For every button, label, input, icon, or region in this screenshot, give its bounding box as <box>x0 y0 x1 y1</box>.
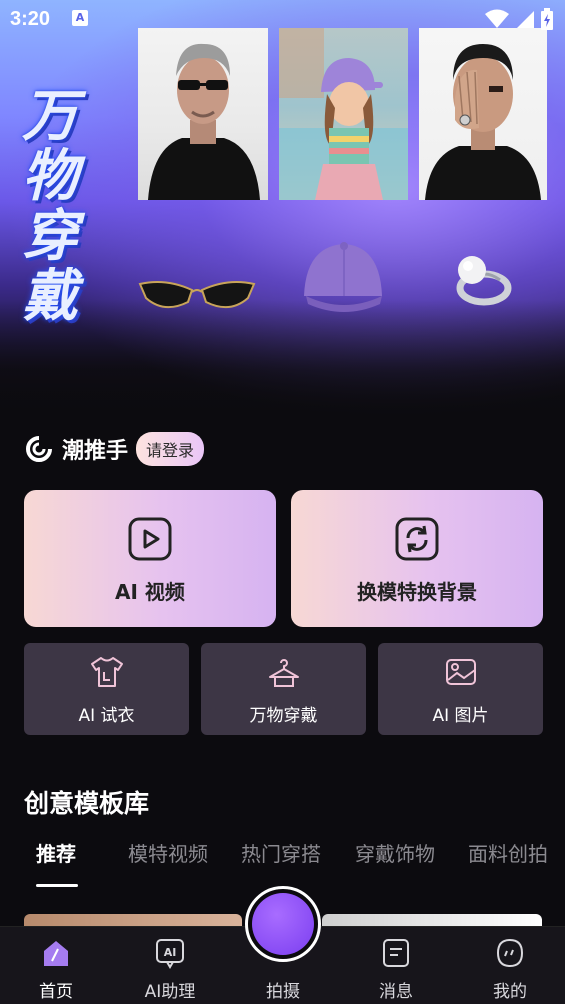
login-button[interactable]: 请登录 <box>136 432 205 466</box>
nav-messages-label: 消息 <box>379 982 413 1002</box>
refresh-icon <box>395 517 439 561</box>
tab-hot-outfits[interactable]: 热门穿搭 <box>241 838 321 867</box>
ai-image-card[interactable]: AI 图片 <box>378 643 543 735</box>
nav-messages[interactable]: 消息 <box>351 937 441 1002</box>
template-library-title: 创意模板库 <box>24 789 150 818</box>
tab-model-video[interactable]: 模特视频 <box>128 838 208 867</box>
status-icons <box>485 8 553 30</box>
sunglasses-product <box>138 280 256 322</box>
hero-title: 万物穿戴 <box>22 83 78 329</box>
template-tabs: 推荐 模特视频 热门穿搭 穿戴饰物 面料创拍 <box>0 838 565 878</box>
status-bar: 3:20 A <box>0 0 565 40</box>
home-icon <box>44 941 68 966</box>
nav-ai-assistant-label: AI助理 <box>144 982 196 1002</box>
brand-name: 潮推手 <box>62 439 129 464</box>
tshirt-icon <box>90 657 123 687</box>
profile-icon <box>496 938 524 968</box>
ai-video-label: AI 视频 <box>115 580 185 604</box>
nav-home-label: 首页 <box>39 982 73 1002</box>
girl-cap-photo <box>279 28 408 200</box>
active-tab-indicator <box>36 884 78 887</box>
ai-image-label: AI 图片 <box>432 706 489 726</box>
ring-product <box>450 252 516 312</box>
message-icon <box>383 939 409 967</box>
tab-recommended[interactable]: 推荐 <box>36 838 76 867</box>
cap-product <box>300 238 386 320</box>
ai-video-card[interactable]: AI 视频 <box>24 490 276 627</box>
tab-accessories[interactable]: 穿戴饰物 <box>355 838 435 867</box>
wear-anything-card[interactable]: 万物穿戴 <box>201 643 366 735</box>
hero-banner[interactable]: 万物穿戴 <box>0 0 565 420</box>
image-icon <box>445 659 476 685</box>
svg-text:AI: AI <box>164 946 177 959</box>
brand-logo-icon <box>26 436 52 462</box>
tab-fabric-shoot[interactable]: 面料创拍 <box>468 838 548 867</box>
ai-tryon-card[interactable]: AI 试衣 <box>24 643 189 735</box>
shoot-button-inner <box>252 893 314 955</box>
wear-anything-label: 万物穿戴 <box>249 706 318 726</box>
nav-profile-label: 我的 <box>493 982 527 1002</box>
camera-shoot-button[interactable] <box>245 886 321 962</box>
nav-profile[interactable]: 我的 <box>465 937 555 1002</box>
swap-model-background-label: 换模特换背景 <box>357 580 477 604</box>
swap-model-background-card[interactable]: 换模特换背景 <box>291 490 543 627</box>
status-time: 3:20 <box>10 8 51 30</box>
man-ring-photo <box>419 28 547 200</box>
app-notification-icon: A <box>72 10 88 26</box>
hanger-icon <box>268 659 299 687</box>
nav-shoot-label: 拍摄 <box>266 982 300 1002</box>
wifi-icon <box>485 9 509 28</box>
nav-ai-assistant[interactable]: AI AI助理 <box>125 937 215 1002</box>
man-sunglasses-photo <box>138 28 268 200</box>
ai-assistant-icon: AI <box>156 939 184 969</box>
battery-icon <box>541 8 553 30</box>
nav-home[interactable]: 首页 <box>11 937 101 1002</box>
play-video-icon <box>128 517 172 561</box>
user-row: 潮推手 请登录 <box>26 432 205 466</box>
ai-tryon-label: AI 试衣 <box>78 706 135 726</box>
signal-icon <box>517 11 534 28</box>
